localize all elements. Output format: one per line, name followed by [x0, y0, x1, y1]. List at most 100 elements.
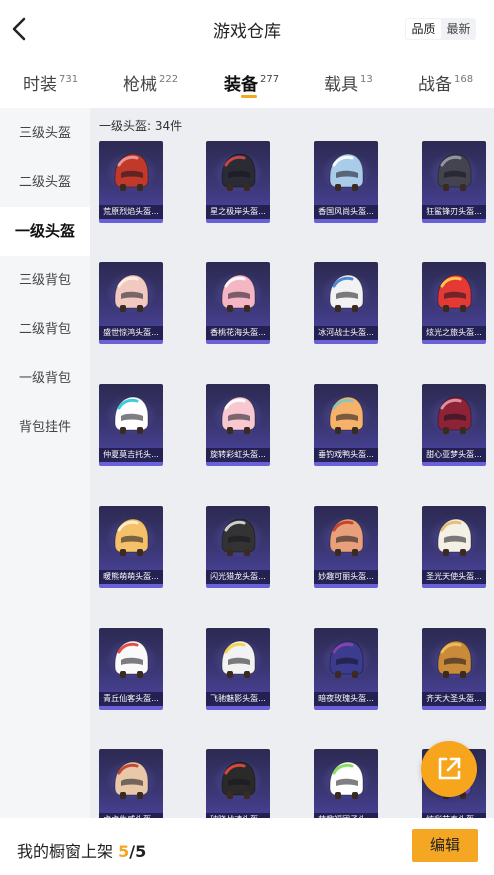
section-heading-label: 一级头盔: [99, 119, 152, 133]
helmet-name: 冰河战士头盔... [314, 326, 378, 340]
showcase-status: 我的橱窗上架 5/5 [17, 838, 146, 862]
helmet-card[interactable]: 星之极岸头盔... [206, 141, 270, 223]
section-heading: 一级头盔: 34件 [99, 117, 182, 134]
helmet-card[interactable]: 飞驰魅影头盔... [206, 628, 270, 710]
helmet-icon [329, 761, 364, 799]
tab-count: 13 [360, 74, 373, 85]
helmet-icon [114, 640, 149, 678]
helmet-icon [437, 518, 472, 556]
sort-quality-button[interactable]: 品质 [406, 19, 441, 39]
tab-vehicles[interactable]: 载具 13 [324, 70, 373, 95]
header: 游戏仓库 品质 最新 [0, 0, 494, 58]
showcase-max: 5 [135, 842, 147, 861]
helmet-card[interactable]: 暖熊萌萌头盔... [99, 506, 163, 588]
helmet-card[interactable]: 青丘仙客头盔... [99, 628, 163, 710]
helmet-card[interactable]: 闪光猎龙头盔... [206, 506, 270, 588]
helmet-icon [329, 640, 364, 678]
helmet-icon [114, 396, 149, 434]
helmet-icon [114, 274, 149, 312]
showcase-current: 5 [118, 842, 130, 861]
helmet-card[interactable]: 冰河战士头盔... [314, 262, 378, 344]
helmet-icon [114, 761, 149, 799]
helmet-card[interactable]: 妙趣可丽头盔... [314, 506, 378, 588]
sort-latest-button[interactable]: 最新 [441, 18, 476, 40]
helmet-icon [437, 396, 472, 434]
sidebar-item-level1-backpack[interactable]: 一级背包 [0, 354, 90, 403]
helmet-name: 垂钓戏鸭头盔... [314, 448, 378, 462]
section-heading-count: 34件 [154, 119, 183, 133]
helmet-icon [221, 518, 256, 556]
helmet-card[interactable]: 破晓战魂头盔... [206, 749, 270, 818]
helmet-name: 暖熊萌萌头盔... [99, 570, 163, 584]
edit-button[interactable]: 编辑 [412, 829, 478, 862]
helmet-card[interactable]: 萌趣福团子头... [314, 749, 378, 818]
helmet-icon [437, 274, 472, 312]
helmet-name: 香国风尚头盔... [314, 205, 378, 219]
helmet-icon [329, 274, 364, 312]
tab-label: 装备 [224, 75, 258, 95]
helmet-name: 甜心亚梦头盔... [422, 448, 486, 462]
tab-count: 222 [159, 74, 179, 85]
helmet-name: 闪光猎龙头盔... [206, 570, 270, 584]
sidebar-item-backpack-pendant[interactable]: 背包挂件 [0, 403, 90, 452]
helmet-card[interactable]: 齐天大圣头盔... [422, 628, 486, 710]
helmet-icon [221, 761, 256, 799]
helmet-card[interactable]: 香国风尚头盔... [314, 141, 378, 223]
helmet-icon [329, 396, 364, 434]
helmet-name: 仲夏莫吉托头... [99, 448, 163, 462]
helmet-name: 炫光之旅头盔... [422, 326, 486, 340]
helmet-card[interactable]: 荒原烈焰头盔... [99, 141, 163, 223]
sort-toggle: 品质 最新 [405, 18, 476, 40]
tab-label: 载具 [324, 75, 358, 95]
helmet-card[interactable]: 虎虎生威头盔... [99, 749, 163, 818]
helmet-icon [329, 153, 364, 191]
tab-fashion[interactable]: 时装 731 [23, 70, 78, 95]
sidebar-item-level2-backpack[interactable]: 二级背包 [0, 305, 90, 354]
sidebar-item-level3-backpack[interactable]: 三级背包 [0, 256, 90, 305]
helmet-card[interactable]: 旋转彩虹头盔... [206, 384, 270, 466]
helmet-card[interactable]: 暗夜玫瑰头盔... [314, 628, 378, 710]
sidebar: 三级头盔 二级头盔 一级头盔 三级背包 二级背包 一级背包 背包挂件 [0, 108, 90, 818]
helmet-icon [221, 396, 256, 434]
helmet-card[interactable]: 甜心亚梦头盔... [422, 384, 486, 466]
helmet-card[interactable]: 垂钓戏鸭头盔... [314, 384, 378, 466]
tab-count: 277 [260, 74, 280, 85]
showcase-bar: 我的橱窗上架 5/5 编辑 [0, 818, 494, 875]
helmet-card[interactable]: 圣光天使头盔... [422, 506, 486, 588]
share-button[interactable] [421, 741, 477, 797]
helmet-card[interactable]: 盛世惊鸿头盔... [99, 262, 163, 344]
helmet-name: 星之极岸头盔... [206, 205, 270, 219]
category-tabs: 时装 731 枪械 222 装备 277 载具 13 战备 168 [0, 58, 494, 108]
tab-supplies[interactable]: 战备 168 [418, 70, 473, 95]
helmet-icon [437, 153, 472, 191]
helmet-card[interactable]: 仲夏莫吉托头... [99, 384, 163, 466]
helmet-icon [329, 518, 364, 556]
item-grid-area: 一级头盔: 34件 荒原烈焰头盔... 星之极岸头盔... 香国风尚头盔... 狂鲨锋… [90, 108, 494, 818]
tab-guns[interactable]: 枪械 222 [123, 70, 178, 95]
share-external-icon [438, 757, 461, 780]
sidebar-item-level1-helmet[interactable]: 一级头盔 [0, 207, 90, 256]
tab-count: 168 [454, 74, 474, 85]
helmet-icon [221, 153, 256, 191]
helmet-name: 妙趣可丽头盔... [314, 570, 378, 584]
helmet-card[interactable]: 炫光之旅头盔... [422, 262, 486, 344]
sidebar-item-level2-helmet[interactable]: 二级头盔 [0, 158, 90, 207]
helmet-card[interactable]: 狂鲨锋刃头盔... [422, 141, 486, 223]
sidebar-item-level3-helmet[interactable]: 三级头盔 [0, 109, 90, 158]
tab-equipment[interactable]: 装备 277 [224, 70, 279, 95]
helmet-name: 圣光天使头盔... [422, 570, 486, 584]
active-tab-indicator [241, 95, 257, 98]
helmet-name: 青丘仙客头盔... [99, 692, 163, 706]
tab-label: 战备 [418, 75, 452, 95]
helmet-icon [114, 518, 149, 556]
helmet-name: 飞驰魅影头盔... [206, 692, 270, 706]
helmet-name: 香桃花海头盔... [206, 326, 270, 340]
tab-label: 时装 [23, 75, 57, 95]
helmet-icon [437, 640, 472, 678]
helmet-name: 旋转彩虹头盔... [206, 448, 270, 462]
helmet-card[interactable]: 香桃花海头盔... [206, 262, 270, 344]
showcase-label: 我的橱窗上架 [17, 842, 114, 861]
helmet-icon [114, 153, 149, 191]
helmet-icon [221, 274, 256, 312]
helmet-name: 盛世惊鸿头盔... [99, 326, 163, 340]
